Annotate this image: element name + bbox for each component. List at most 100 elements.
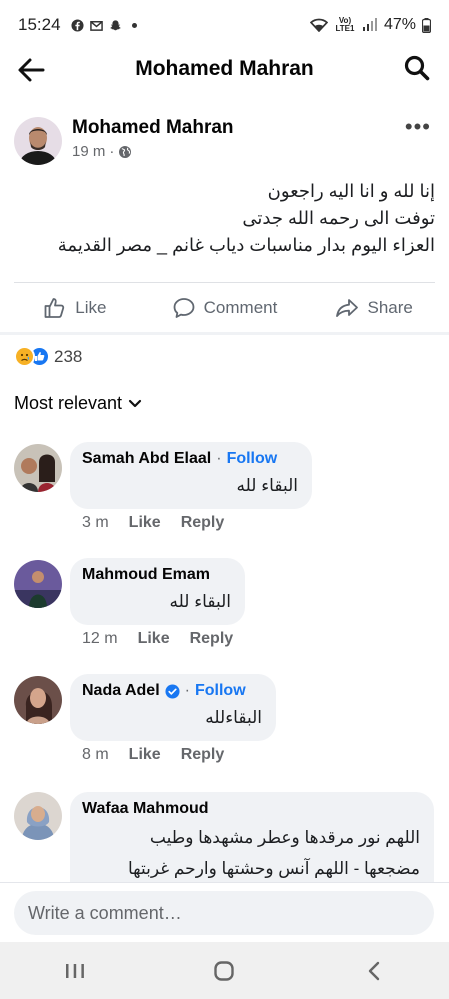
- share-button[interactable]: Share: [299, 288, 449, 328]
- comment-composer-bar: [0, 882, 449, 942]
- commenter-name[interactable]: Nada Adel: [82, 682, 160, 700]
- verified-badge-icon: [165, 683, 180, 699]
- comment-text: البقاء لله: [169, 592, 231, 611]
- comment-like-button[interactable]: Like: [138, 630, 170, 648]
- post-action-bar: Like Comment Share: [0, 288, 449, 328]
- facebook-icon: [71, 18, 84, 32]
- dot-separator: ·: [216, 450, 222, 467]
- comment-composer[interactable]: [14, 891, 434, 935]
- commenter-avatar[interactable]: [14, 444, 62, 492]
- comment-sort-dropdown[interactable]: Most relevant: [14, 393, 142, 414]
- comment-header: Nada Adel · Follow: [82, 682, 262, 700]
- globe-icon: [119, 145, 132, 158]
- divider: [14, 282, 435, 283]
- commenter-name[interactable]: Wafaa Mahmoud: [82, 800, 209, 818]
- avatar-image: [14, 676, 62, 724]
- commenter-avatar[interactable]: [14, 792, 62, 840]
- share-label: Share: [367, 298, 413, 317]
- like-button[interactable]: Like: [0, 288, 150, 328]
- back-button[interactable]: [16, 56, 48, 84]
- comment-meta: 12 m Like Reply: [82, 630, 253, 648]
- post-text-line: توفت الى رحمه الله جدتى: [242, 208, 435, 228]
- comment-text-line: اللهم نور مرقدها وعطر مشهدها وطيب: [149, 828, 420, 847]
- comment-time: 12 m: [82, 630, 118, 647]
- comment-like-button[interactable]: Like: [129, 514, 161, 532]
- comment-text: البقاء لله: [236, 476, 298, 495]
- commenter-avatar[interactable]: [14, 676, 62, 724]
- chevron-down-icon: [128, 399, 142, 407]
- comment-header: Mahmoud Emam: [82, 566, 231, 584]
- avatar-image: [14, 444, 62, 492]
- author-name[interactable]: Mohamed Mahran: [72, 117, 234, 139]
- author-meta: Mohamed Mahran 19 m ·: [72, 117, 234, 160]
- system-nav-bar: [0, 942, 449, 999]
- avatar-image: [14, 117, 62, 165]
- comment-bubble[interactable]: Nada Adel · Follow البقاءلله: [70, 674, 276, 741]
- page-title: Mohamed Mahran: [135, 57, 314, 80]
- dot-separator: ·: [184, 682, 190, 699]
- comment-bubble[interactable]: Samah Abd Elaal · Follow البقاء لله: [70, 442, 312, 509]
- chevron-left-icon: [368, 961, 380, 980]
- app-header: Mohamed Mahran: [0, 50, 449, 90]
- more-options-button[interactable]: •••: [405, 116, 431, 138]
- section-divider: [0, 332, 449, 335]
- comment-input[interactable]: [28, 902, 420, 924]
- reaction-count: 238: [54, 346, 83, 366]
- comment-text-line: مضجعها - اللهم آنس وحشتها وارحم غربتها: [128, 859, 420, 878]
- comment-time: 3 m: [82, 514, 109, 531]
- comment-reply-button[interactable]: Reply: [181, 746, 225, 764]
- snapchat-icon: [109, 19, 121, 30]
- recent-apps-icon: [65, 963, 84, 978]
- share-icon: [336, 299, 359, 317]
- comment-meta: 3 m Like Reply: [82, 514, 244, 532]
- reactions-summary[interactable]: 238: [14, 346, 82, 367]
- comment-label: Comment: [203, 298, 278, 317]
- comment-icon: [173, 298, 195, 318]
- sad-reaction-icon: [14, 346, 35, 367]
- search-button[interactable]: [403, 54, 433, 84]
- comment-header: Wafaa Mahmoud: [82, 800, 420, 818]
- system-back-button[interactable]: [354, 951, 394, 991]
- search-icon: [404, 55, 430, 81]
- back-arrow-icon: [18, 58, 45, 82]
- follow-button[interactable]: Follow: [195, 682, 246, 700]
- comment-like-button[interactable]: Like: [129, 746, 161, 764]
- battery-icon: [422, 17, 431, 33]
- notification-dot-icon: [131, 22, 137, 28]
- commenter-name[interactable]: Samah Abd Elaal: [82, 450, 211, 468]
- comment-meta: 8 m Like Reply: [82, 746, 244, 764]
- comment-bubble[interactable]: Mahmoud Emam البقاء لله: [70, 558, 245, 625]
- avatar-image: [14, 560, 62, 608]
- gmail-icon: [89, 20, 103, 31]
- post-text-line: إنا لله و انا اليه راجعون: [267, 181, 435, 201]
- post-time-text: 19 m: [72, 143, 106, 160]
- dot-separator: ·: [109, 143, 115, 160]
- network-indicator: Vo) LTE1: [335, 16, 355, 33]
- comment-time: 8 m: [82, 746, 109, 763]
- wifi-icon: [309, 18, 328, 32]
- post-author: Mohamed Mahran 19 m ·: [14, 117, 234, 165]
- post-text: إنا لله و انا اليه راجعون توفت الى رحمه …: [15, 178, 435, 259]
- thumbs-up-icon: [44, 298, 65, 318]
- comment-reply-button[interactable]: Reply: [181, 514, 225, 532]
- like-label: Like: [75, 298, 107, 317]
- comment-header: Samah Abd Elaal · Follow: [82, 450, 298, 468]
- post-timestamp[interactable]: 19 m ·: [72, 143, 234, 160]
- status-bar: 15:24 Vo) LTE1 47%: [0, 0, 449, 50]
- comment-reply-button[interactable]: Reply: [190, 630, 234, 648]
- signal-icon: [362, 18, 377, 31]
- status-right: Vo) LTE1 47%: [309, 16, 431, 34]
- battery-percent: 47%: [383, 16, 416, 33]
- commenter-name[interactable]: Mahmoud Emam: [82, 566, 210, 584]
- avatar-image: [14, 792, 62, 840]
- home-button[interactable]: [204, 951, 244, 991]
- commenter-avatar[interactable]: [14, 560, 62, 608]
- recent-apps-button[interactable]: [55, 951, 95, 991]
- sort-label: Most relevant: [14, 393, 123, 413]
- post-author-avatar[interactable]: [14, 117, 62, 165]
- post-text-line: العزاء اليوم بدار مناسبات دياب غانم _ مص…: [57, 235, 435, 255]
- comment-button[interactable]: Comment: [150, 288, 300, 328]
- follow-button[interactable]: Follow: [227, 450, 278, 468]
- comment-text: البقاءلله: [205, 708, 262, 727]
- status-time: 15:24: [18, 15, 61, 34]
